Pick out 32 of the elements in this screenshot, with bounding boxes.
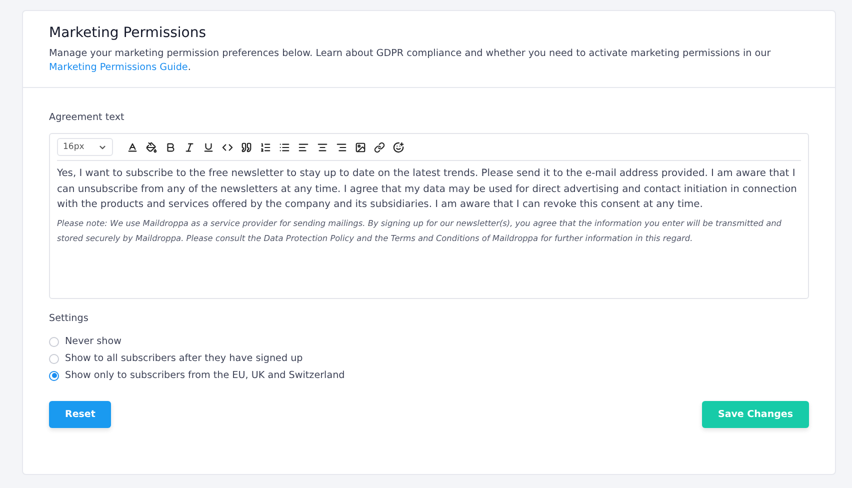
radio-button[interactable]	[49, 370, 59, 380]
page-title: Marketing Permissions	[49, 25, 208, 41]
font-size-select[interactable]: 16px	[57, 138, 113, 156]
text-color-icon[interactable]	[127, 142, 138, 152]
image-icon[interactable]	[355, 142, 366, 152]
reset-button[interactable]: Reset	[49, 401, 112, 428]
fill-color-icon[interactable]	[146, 142, 157, 152]
underline-icon[interactable]	[203, 142, 214, 152]
radio-button[interactable]	[49, 354, 59, 364]
agreement-text: Yes, I want to subscribe to the free newsletter to stay up to date on the latest trends. Please send it to the e-mail address provided. I am aware that I can unsubscribe from any of the newsletters at any time. I agree that my data may be used for direct advertising and contact initiation in connection with the products and services offered by the company and its subsidiaries. I am aware that I can revoke this consent at any time.	[57, 167, 798, 212]
align-left-icon[interactable]	[298, 142, 309, 152]
option-label: Show only to subscribers from the EU, UK and Switzerland	[65, 370, 345, 381]
bullet-list-icon[interactable]	[279, 142, 290, 152]
save-button[interactable]: Save Changes	[702, 401, 809, 428]
italic-icon[interactable]	[184, 142, 195, 152]
code-icon[interactable]	[222, 142, 233, 152]
option-label: Show to all subscribers after they have signed up	[65, 353, 303, 364]
description: Manage your marketing permission preferences below. Learn about GDPR compliance and whether you need to activate marketing permissions in our Marketing Permissions Guide.	[49, 47, 772, 75]
bold-icon[interactable]	[165, 142, 176, 152]
section-label: Agreement text	[49, 112, 126, 123]
radio-button[interactable]	[49, 336, 59, 346]
link-icon[interactable]	[374, 142, 385, 152]
option-label: Never show	[65, 336, 122, 347]
text-editor[interactable]	[49, 133, 809, 299]
emoji-icon[interactable]	[393, 142, 404, 152]
quote-icon[interactable]	[241, 142, 252, 152]
guide-link[interactable]: Marketing Permissions Guide	[49, 62, 188, 73]
note-text: Please note: We use Maildroppa as a service provider for sending mailings. By signing up for our newsletter(s), you agree that the information you enter will be transmitted and stored securely by Maildroppa. Please consult the Data Protection Policy and the Terms and Conditions of Maildroppa for further information in this regard.	[57, 216, 782, 245]
numbered-list-icon[interactable]	[260, 142, 271, 152]
align-right-icon[interactable]	[336, 142, 347, 152]
align-center-icon[interactable]	[317, 142, 328, 152]
section-label: Settings	[49, 313, 90, 324]
